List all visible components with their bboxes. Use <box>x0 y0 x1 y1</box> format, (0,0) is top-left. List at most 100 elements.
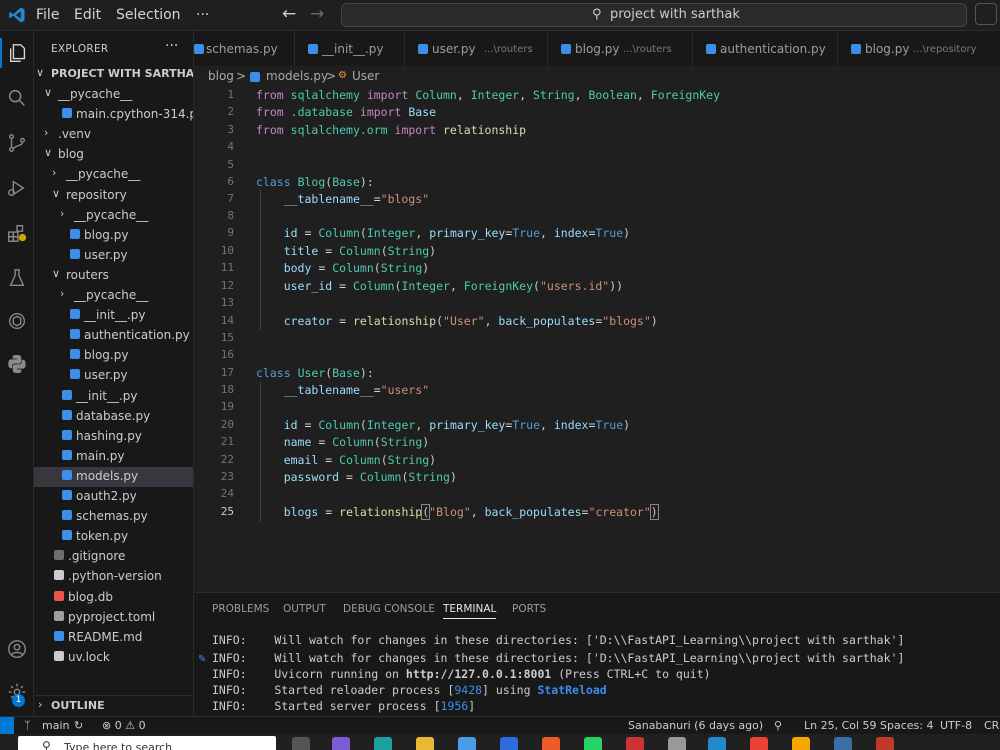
indentation[interactable]: Spaces: 4 <box>880 719 933 732</box>
file-item[interactable]: hashing.py <box>34 427 193 447</box>
folder-item[interactable]: › __pycache__ <box>34 286 193 306</box>
file-item[interactable]: __init__.py <box>34 306 193 326</box>
file-item[interactable]: main.cpython-314.pyc <box>34 105 193 125</box>
tab-blog-routers[interactable]: blog.py ...\routers <box>547 31 693 66</box>
app-icon[interactable] <box>792 737 810 750</box>
forward-arrow-icon[interactable]: → <box>310 4 324 24</box>
menu-edit[interactable]: Edit <box>74 7 101 23</box>
app-icon[interactable] <box>876 737 894 750</box>
file-explorer-icon[interactable] <box>416 737 434 750</box>
code-editor[interactable]: 1 2 3 4 5 6 7 8 9 10 11 12 13 14 15 16 17 18 19 20 21 22 23 24 2… <box>194 86 1000 591</box>
menu-more[interactable]: ··· <box>196 7 209 23</box>
chat-icon[interactable] <box>975 3 997 25</box>
edge-icon[interactable] <box>374 737 392 750</box>
folder-item[interactable]: › __pycache__ <box>34 206 193 226</box>
extensions-icon[interactable] <box>0 218 33 248</box>
testing-icon[interactable] <box>0 263 33 293</box>
code-line: __tablename__="blogs" <box>283 192 430 206</box>
app-icon[interactable] <box>834 737 852 750</box>
file-item[interactable]: blog.db <box>34 588 193 608</box>
terminal-line: INFO: Will watch for changes in these di… <box>212 651 904 665</box>
tab-debug-console[interactable]: DEBUG CONSOLE <box>343 603 435 615</box>
folder-item[interactable]: ∨ blog <box>34 145 193 165</box>
app-icon[interactable] <box>626 737 644 750</box>
file-item[interactable]: main.py <box>34 447 193 467</box>
app-icon[interactable] <box>500 737 518 750</box>
tab-user-routers[interactable]: user.py ...\routers <box>404 31 548 66</box>
database-app-icon[interactable] <box>668 737 686 750</box>
sync-icon[interactable]: ↻ <box>74 719 83 732</box>
file-item[interactable]: blog.py <box>34 346 193 366</box>
vscode-taskbar-icon[interactable] <box>708 737 726 750</box>
remote-indicator-icon[interactable] <box>0 717 14 735</box>
tree-item-label: blog.py <box>84 227 129 242</box>
breadcrumb-file[interactable]: models.py <box>266 69 328 83</box>
tab-terminal[interactable]: TERMINAL <box>443 603 497 619</box>
problems-indicator[interactable]: ⊗ 0 ⚠ 0 <box>102 719 146 732</box>
outline-section[interactable]: › OUTLINE <box>34 695 193 716</box>
file-item[interactable]: database.py <box>34 407 193 427</box>
tab-problems[interactable]: PROBLEMS <box>212 603 269 615</box>
explorer-more-button[interactable]: ··· <box>165 38 178 54</box>
explorer-icon[interactable] <box>0 38 33 68</box>
tree-item-label: __pycache__ <box>74 288 149 302</box>
server-url[interactable]: http://127.0.0.1:8001 <box>406 667 551 681</box>
file-item[interactable]: README.md <box>34 628 193 648</box>
file-item[interactable]: oauth2.py <box>34 487 193 507</box>
chrome-icon[interactable] <box>750 737 768 750</box>
whatsapp-icon[interactable] <box>584 737 602 750</box>
breadcrumb-folder[interactable]: blog <box>208 69 234 83</box>
taskbar-search[interactable]: ⚲ Type here to search <box>18 736 276 750</box>
cursor-position[interactable]: Ln 25, Col 59 <box>804 719 877 732</box>
file-item[interactable]: blog.py <box>34 226 193 246</box>
tab-blog-repository[interactable]: blog.py ...\repository <box>837 31 1000 66</box>
menu-file[interactable]: File <box>36 7 59 23</box>
file-item[interactable]: .gitignore <box>34 547 193 567</box>
tree-item-label: .gitignore <box>68 549 126 564</box>
chatgpt-icon[interactable] <box>0 306 33 336</box>
file-item[interactable]: token.py <box>34 527 193 547</box>
tab-authentication[interactable]: authentication.py <box>692 31 838 66</box>
file-item[interactable]: pyproject.toml <box>34 608 193 628</box>
file-item[interactable]: __init__.py <box>34 387 193 407</box>
python-icon[interactable] <box>0 349 33 379</box>
git-app-icon[interactable] <box>542 737 560 750</box>
git-blame[interactable]: Sanabanuri (6 days ago) <box>628 719 763 732</box>
task-view-icon[interactable] <box>292 737 310 750</box>
run-debug-icon[interactable] <box>0 173 33 203</box>
project-root-folder[interactable]: ∨ PROJECT WITH SARTHAK <box>34 65 193 85</box>
source-control-icon[interactable] <box>0 128 33 158</box>
tab-ports[interactable]: PORTS <box>512 603 546 615</box>
file-item[interactable]: user.py <box>34 366 193 386</box>
store-icon[interactable] <box>458 737 476 750</box>
folder-item[interactable]: ∨ repository <box>34 186 193 206</box>
file-item[interactable]: authentication.py <box>34 326 193 346</box>
copilot-icon[interactable] <box>332 737 350 750</box>
search-icon[interactable] <box>0 83 33 113</box>
folder-item[interactable]: › .venv <box>34 125 193 145</box>
folder-item[interactable]: ∨ routers <box>34 266 193 286</box>
python-file-icon <box>62 389 72 400</box>
tab-init[interactable]: __init__.py <box>294 31 405 66</box>
editor-tabs: schemas.py __init__.py user.py ...\route… <box>194 31 1000 67</box>
account-icon[interactable] <box>0 634 33 664</box>
menu-selection[interactable]: Selection <box>116 7 181 23</box>
zoom-icon[interactable]: ⚲ <box>774 719 782 732</box>
encoding[interactable]: UTF-8 <box>940 719 972 732</box>
tab-schemas[interactable]: schemas.py <box>194 31 295 66</box>
folder-item[interactable]: ∨ __pycache__ <box>34 85 193 105</box>
command-center-search[interactable]: ⚲ project with sarthak <box>341 3 967 27</box>
file-item[interactable]: user.py <box>34 246 193 266</box>
branch-name[interactable]: main <box>42 719 69 732</box>
file-item[interactable]: models.py <box>34 466 193 487</box>
line-number: 1 <box>227 88 234 101</box>
tab-output[interactable]: OUTPUT <box>283 603 326 615</box>
vscode-logo-icon[interactable] <box>8 6 26 24</box>
file-item[interactable]: schemas.py <box>34 507 193 527</box>
back-arrow-icon[interactable]: ← <box>282 4 296 24</box>
file-item[interactable]: uv.lock <box>34 648 193 668</box>
line-ending[interactable]: CRL <box>984 719 1000 732</box>
folder-item[interactable]: › __pycache__ <box>34 165 193 185</box>
file-item[interactable]: .python-version <box>34 567 193 587</box>
breadcrumb-symbol[interactable]: User <box>352 69 379 83</box>
